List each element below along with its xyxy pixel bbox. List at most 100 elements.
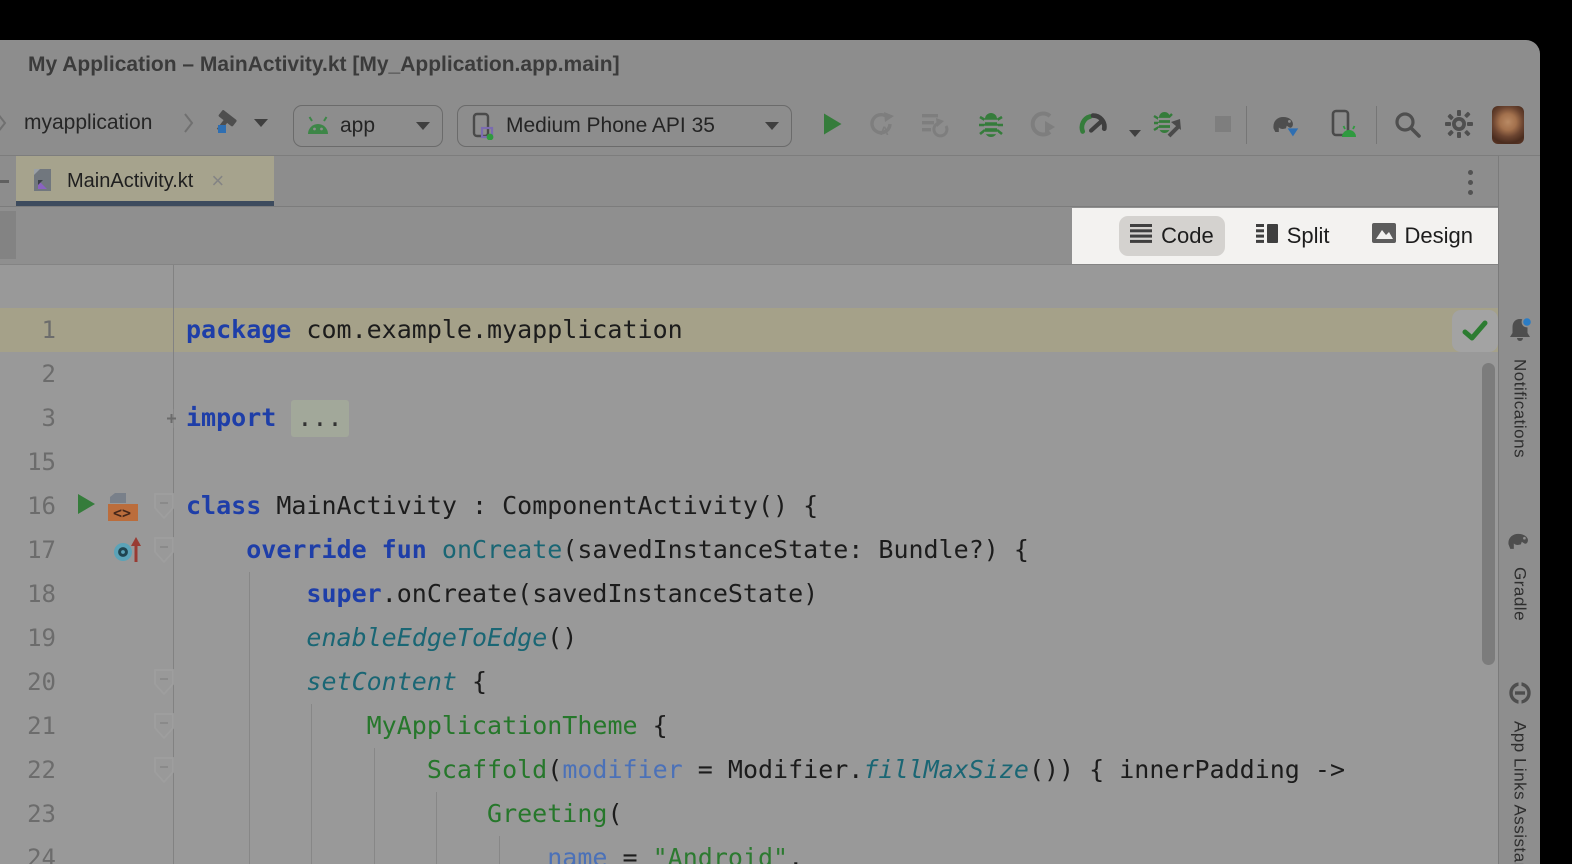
code-lines-icon [1130,223,1152,249]
line-number[interactable]: 2 [0,352,56,396]
editor-scrollbar[interactable] [1482,363,1495,665]
code-line[interactable]: 16<>class MainActivity : ComponentActivi… [0,484,1498,528]
user-avatar[interactable] [1492,106,1524,144]
code-token: name [547,843,607,864]
code-text: super.onCreate(savedInstanceState) [186,572,818,616]
line-number[interactable]: 18 [0,572,56,616]
gradle-sync-icon[interactable] [1270,109,1300,139]
run-gutter-icon[interactable] [74,491,98,522]
ide-window: My Application – MainActivity.kt [My_App… [0,40,1540,864]
code-token: (savedInstanceState: Bundle?) { [562,535,1029,564]
line-number[interactable]: 21 [0,704,56,748]
fold-collapse-icon[interactable] [152,492,176,525]
search-icon[interactable] [1392,109,1422,139]
apply-changes-icon[interactable]: A [866,109,896,139]
toolbar-divider [1246,106,1247,144]
compose-preview-icon[interactable]: <> [102,491,140,528]
code-line[interactable]: 22 Scaffold(modifier = Modifier.fillMaxS… [0,748,1498,792]
fold-collapse-icon[interactable] [152,668,176,701]
code-token: override fun [246,535,427,564]
code-token: "Android" [653,843,788,864]
code-line[interactable]: 2 [0,352,1498,396]
caret-down-icon[interactable] [1120,118,1150,148]
line-number[interactable]: 20 [0,660,56,704]
profiler-gauge-icon[interactable] [1078,109,1108,139]
apply-code-changes-icon[interactable] [920,109,950,139]
code-token: .onCreate(savedInstanceState) [382,579,819,608]
tab-strip-dash-icon [0,180,9,183]
code-token: ( [607,799,622,828]
code-line[interactable]: 1 package com.example.myapplication [0,308,1498,352]
code-text: MyApplicationTheme { [186,704,668,748]
profile-c-icon[interactable] [1028,109,1058,139]
inspections-widget[interactable] [1452,310,1498,352]
code-line[interactable]: 24 name = "Android", [0,836,1498,864]
indent-guide [436,792,437,864]
code-text: import ... [186,396,349,440]
code-line[interactable]: 19 enableEdgeToEdge() [0,616,1498,660]
code-editor[interactable]: 1 package com.example.myapplication 23 impo… [0,265,1498,864]
code-line[interactable]: 18 super.onCreate(savedInstanceState) [0,572,1498,616]
link-icon [1506,680,1534,711]
indent-guide [374,748,375,864]
device-selector-label: Medium Phone API 35 [506,114,715,138]
attach-debugger-bug-icon[interactable] [1152,109,1182,139]
view-mode-split[interactable]: Split [1245,216,1341,256]
fold-collapse-icon[interactable] [152,756,176,789]
svg-text:<>: <> [113,504,131,522]
code-line[interactable]: 3 import ... [0,396,1498,440]
fold-collapse-icon[interactable] [152,712,176,745]
code-line[interactable]: 15 [0,440,1498,484]
fold-collapse-icon[interactable] [152,536,176,569]
view-mode-label: Design [1405,223,1473,249]
stripe-item-notifications[interactable]: Notifications [1499,316,1540,458]
svg-text:A: A [880,124,889,138]
stop-icon[interactable] [1208,109,1238,139]
code-token: setContent [306,667,457,696]
module-selector[interactable]: app [293,105,443,147]
code-token: { [457,667,487,696]
code-token [186,535,246,564]
line-number[interactable]: 22 [0,748,56,792]
line-number[interactable]: 19 [0,616,56,660]
build-hammer-icon[interactable] [212,107,242,137]
line-number[interactable]: 24 [0,836,56,864]
line-number[interactable]: 23 [0,792,56,836]
line-number[interactable]: 16 [0,484,56,528]
split-view-icon [1256,223,1278,249]
tab-close-icon[interactable]: × [211,171,224,191]
run-icon[interactable] [816,109,846,139]
code-token: modifier [562,755,682,784]
line-number[interactable]: 15 [0,440,56,484]
override-indicator-icon[interactable] [110,535,146,570]
chevron-down-icon [765,122,779,130]
stripe-item-app-links-assistant[interactable]: App Links Assistant [1499,680,1540,864]
line-number[interactable]: 17 [0,528,56,572]
editor-tab-bar: MainActivity.kt × [0,156,1540,207]
gear-icon[interactable] [1444,109,1474,139]
code-text: setContent { [186,660,487,704]
kebab-menu-icon[interactable] [1460,164,1480,200]
code-text: name = "Android", [186,836,803,864]
fold-expand-icon[interactable] [162,409,181,433]
view-mode-code[interactable]: Code [1119,216,1225,256]
view-mode-design[interactable]: Design [1361,216,1484,256]
code-token: import [186,403,276,432]
device-manager-icon[interactable] [1328,109,1358,139]
code-line[interactable]: 23 Greeting( [0,792,1498,836]
stripe-item-gradle[interactable]: Gradle [1499,528,1540,621]
build-dropdown-caret-icon[interactable] [254,119,268,127]
line-number[interactable]: 3 [0,396,56,440]
view-mode-label: Split [1287,223,1330,249]
code-line[interactable]: 21 MyApplicationTheme { [0,704,1498,748]
window-title: My Application – MainActivity.kt [My_App… [28,40,620,90]
breadcrumb[interactable]: myapplication [24,90,152,156]
code-line[interactable]: 20 setContent { [0,660,1498,704]
code-line[interactable]: 17 override fun onCreate(savedInstanceSt… [0,528,1498,572]
device-selector[interactable]: Medium Phone API 35 [457,105,792,147]
code-token: package [186,315,291,344]
code-text: package com.example.myapplication [186,308,683,352]
debug-bug-icon[interactable] [976,109,1006,139]
tab-mainactivity[interactable]: MainActivity.kt × [16,156,274,206]
line-number[interactable]: 1 [0,308,56,352]
